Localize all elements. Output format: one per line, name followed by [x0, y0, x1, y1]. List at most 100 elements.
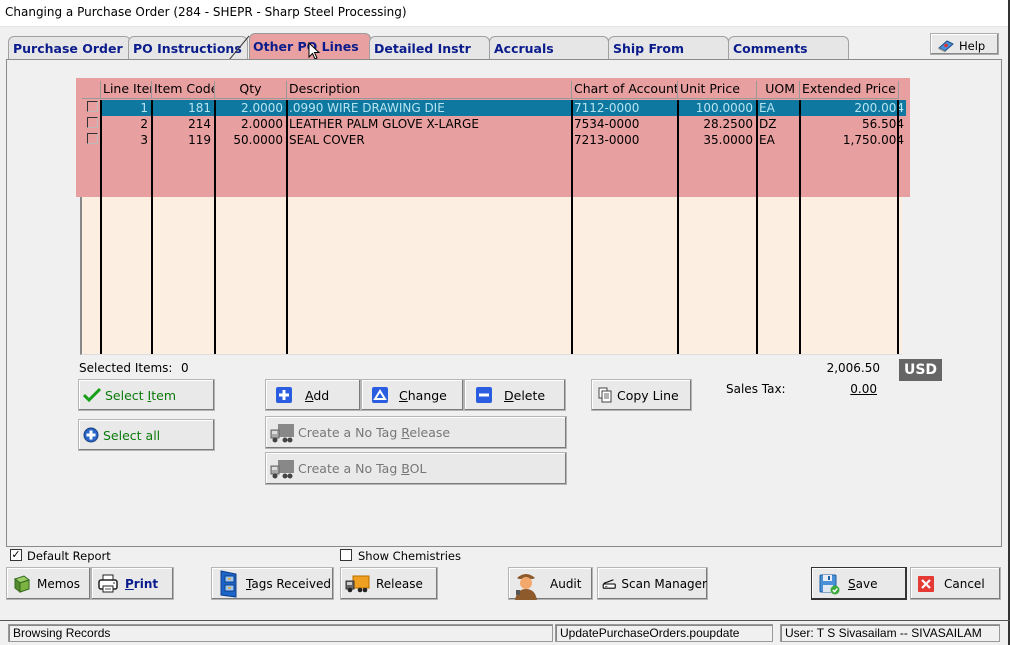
selected-items-label: Selected Items:	[79, 361, 173, 375]
floppy-disk-icon	[819, 574, 840, 594]
copy-line-label: Copy Line	[617, 387, 679, 403]
cell-item-code: 119	[188, 133, 211, 147]
create-no-tag-release-label: Create a No Tag Release	[298, 425, 451, 440]
save-label: Save	[848, 576, 878, 591]
file-cabinet-icon	[220, 569, 237, 598]
tab-accruals[interactable]: Accruals	[489, 36, 609, 59]
tab-detailed-instr[interactable]: Detailed Instr	[369, 36, 490, 59]
header-unit-price[interactable]: Unit Price	[678, 81, 757, 99]
tab-purchase-order[interactable]: Purchase Order	[8, 36, 131, 59]
show-chemistries-checkbox[interactable]	[340, 549, 352, 561]
cell-unit-price: 100.0000	[695, 101, 753, 115]
cell-line-item: 3	[140, 133, 148, 147]
row-checkbox[interactable]	[87, 101, 98, 112]
cell-qty: 2.0000	[241, 117, 283, 131]
show-chemistries-label: Show Chemistries	[358, 549, 461, 563]
sales-tax-value[interactable]: 0.00	[820, 382, 877, 396]
cell-account: 7112-0000	[574, 101, 640, 115]
release-button[interactable]: Release	[340, 567, 438, 600]
cell-account: 7213-0000	[574, 133, 640, 147]
tab-comments[interactable]: Comments	[728, 36, 849, 59]
status-user: User: T S Sivasailam -- SIVASAILAM	[780, 624, 1000, 642]
save-button[interactable]: Save	[811, 567, 907, 600]
header-line-item[interactable]: Line Item	[101, 81, 152, 99]
truck-icon	[270, 423, 294, 442]
detective-icon	[515, 573, 537, 600]
cell-qty: 50.0000	[233, 133, 283, 147]
copy-line-button[interactable]: Copy Line	[591, 379, 692, 411]
grid-column-divider	[286, 100, 288, 354]
help-book-icon	[938, 39, 954, 52]
tags-received-label: Tags Received	[246, 576, 331, 591]
select-all-button[interactable]: Select all	[78, 419, 215, 451]
print-label: Print	[125, 576, 159, 591]
cell-unit-price: 28.2500	[703, 117, 753, 131]
cell-extended-price: 56.504	[862, 117, 904, 131]
tab-label: Comments	[733, 41, 808, 56]
scan-manager-label: Scan Manager	[621, 576, 707, 591]
audit-button[interactable]: Audit	[508, 567, 593, 600]
scan-manager-button[interactable]: Scan Manager	[597, 567, 708, 600]
print-button[interactable]: Print	[91, 567, 174, 600]
tab-label: Purchase Order	[13, 41, 123, 56]
table-row[interactable]: 1 181 2.0000 .0990 WIRE DRAWING DIE 7112…	[80, 100, 906, 116]
tab-label: PO Instructions	[133, 41, 242, 56]
statusbar-divider	[0, 620, 1010, 621]
plus-square-icon	[276, 387, 292, 403]
header-chart-of-account[interactable]: Chart of Account	[572, 81, 678, 99]
delete-label: Delete	[504, 387, 546, 403]
header-extended-price[interactable]: Extended Price	[800, 81, 899, 99]
cell-line-item: 2	[140, 117, 148, 131]
close-icon	[918, 575, 934, 592]
select-item-button[interactable]: Select Item	[78, 379, 215, 411]
grid-column-divider	[151, 100, 153, 354]
cell-description: LEATHER PALM GLOVE X-LARGE	[289, 117, 479, 131]
header-select	[82, 81, 101, 99]
row-checkbox[interactable]	[87, 133, 98, 144]
table-row[interactable]: 2 214 2.0000 LEATHER PALM GLOVE X-LARGE …	[80, 116, 906, 132]
help-label: Help	[959, 38, 986, 53]
memos-label: Memos	[37, 576, 81, 591]
header-description[interactable]: Description	[287, 81, 572, 99]
add-button[interactable]: Add	[265, 379, 361, 411]
status-message: Browsing Records	[8, 624, 553, 642]
cell-uom: EA	[759, 133, 775, 147]
select-all-label: Select all	[103, 427, 161, 443]
status-module: UpdatePurchaseOrders.poupdate	[555, 624, 773, 642]
table-row[interactable]: 3 119 50.0000 SEAL COVER 7213-0000 35.00…	[80, 132, 906, 148]
cancel-button[interactable]: Cancel	[910, 567, 1001, 600]
grid-column-divider	[799, 100, 801, 354]
grid-column-divider	[756, 100, 758, 354]
change-button[interactable]: Change	[361, 379, 464, 411]
window-title: Changing a Purchase Order (284 - SHEPR -…	[0, 0, 1010, 27]
header-item-code[interactable]: Item Code	[152, 81, 215, 99]
cell-account: 7534-0000	[574, 117, 640, 131]
memos-button[interactable]: Memos	[6, 567, 91, 600]
cell-description: SEAL COVER	[289, 133, 365, 147]
plus-circle-icon	[83, 427, 99, 443]
create-no-tag-release-button[interactable]: Create a No Tag Release	[265, 416, 567, 449]
header-uom[interactable]: UOM	[757, 81, 800, 99]
tags-received-button[interactable]: Tags Received	[211, 567, 334, 600]
help-button[interactable]: Help	[930, 33, 999, 55]
delete-button[interactable]: Delete	[464, 379, 566, 411]
tab-divider	[229, 35, 250, 60]
header-qty[interactable]: Qty	[215, 81, 287, 99]
add-label: Add	[305, 387, 330, 403]
tab-ship-from[interactable]: Ship From	[608, 36, 729, 59]
default-report-label: Default Report	[27, 549, 111, 563]
cell-extended-price: 1,750.004	[842, 133, 904, 147]
selected-items-count: 0	[181, 361, 189, 375]
cell-qty: 2.0000	[241, 101, 283, 115]
order-total: 2,006.50	[826, 361, 880, 375]
grid-column-divider	[897, 100, 899, 354]
tab-label: Ship From	[613, 41, 685, 56]
select-item-label: Select Item	[105, 387, 177, 403]
default-report-checkbox[interactable]: ✓	[10, 549, 22, 561]
row-checkbox[interactable]	[87, 117, 98, 128]
cell-uom: DZ	[759, 117, 777, 131]
create-no-tag-bol-button[interactable]: Create a No Tag BOL	[265, 452, 567, 485]
printer-icon	[98, 574, 118, 592]
truck-icon	[270, 459, 294, 478]
grid-column-divider	[214, 100, 216, 354]
